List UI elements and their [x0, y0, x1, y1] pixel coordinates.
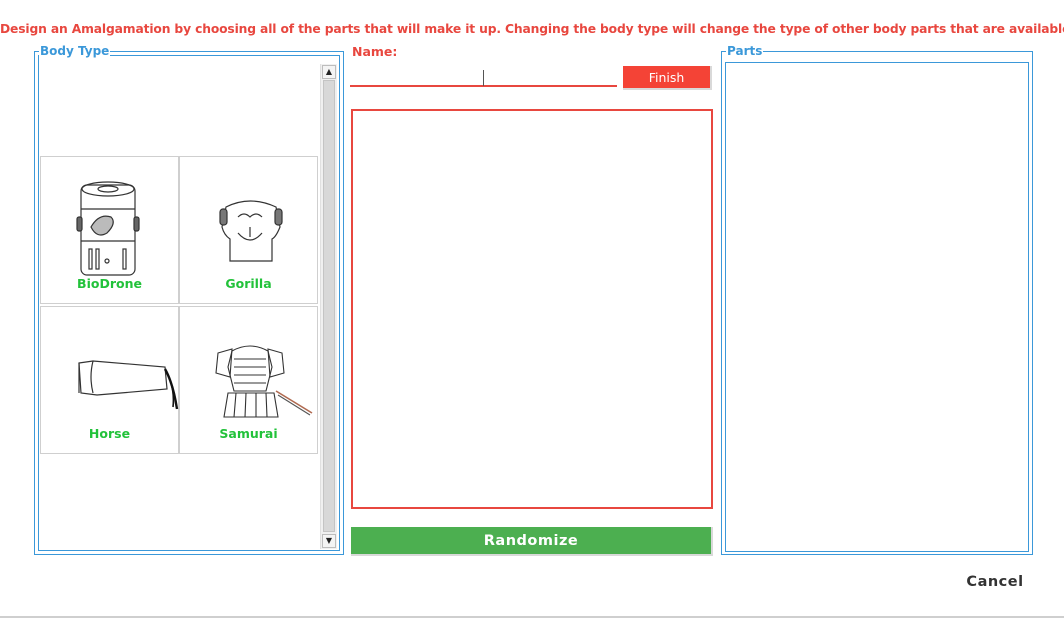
parts-panel: Parts: [721, 44, 1033, 555]
scroll-up-arrow-icon[interactable]: ▲: [322, 65, 336, 79]
amalgamation-designer: Design an Amalgamation by choosing all o…: [0, 0, 1064, 618]
body-type-tile-horse[interactable]: Horse: [40, 306, 179, 454]
body-type-legend: Body Type: [39, 44, 111, 58]
parts-list[interactable]: [725, 62, 1029, 552]
body-type-tile-biodrone[interactable]: BioDrone: [40, 156, 179, 304]
amalgamation-preview: [351, 109, 713, 509]
text-cursor: [483, 70, 484, 86]
scroll-down-arrow-icon[interactable]: ▼: [322, 534, 336, 548]
name-label: Name:: [352, 44, 398, 59]
body-type-label: BioDrone: [77, 276, 142, 291]
body-type-scrollbar[interactable]: ▲ ▼: [320, 64, 337, 549]
body-type-tile-gorilla[interactable]: Gorilla: [179, 156, 318, 304]
body-type-label: Samurai: [219, 426, 278, 441]
body-type-label: Gorilla: [225, 276, 272, 291]
body-type-label: Horse: [88, 426, 131, 441]
scroll-thumb[interactable]: [323, 80, 335, 532]
instruction-text: Design an Amalgamation by choosing all o…: [0, 22, 1064, 36]
randomize-button[interactable]: Randomize: [351, 527, 713, 556]
cancel-button[interactable]: Cancel: [962, 571, 1028, 593]
body-type-list[interactable]: BioDrone Gorilla Horse Samurai: [40, 62, 320, 548]
parts-legend: Parts: [726, 44, 764, 58]
finish-button[interactable]: Finish: [623, 66, 712, 90]
body-type-tile-samurai[interactable]: Samurai: [179, 306, 318, 454]
